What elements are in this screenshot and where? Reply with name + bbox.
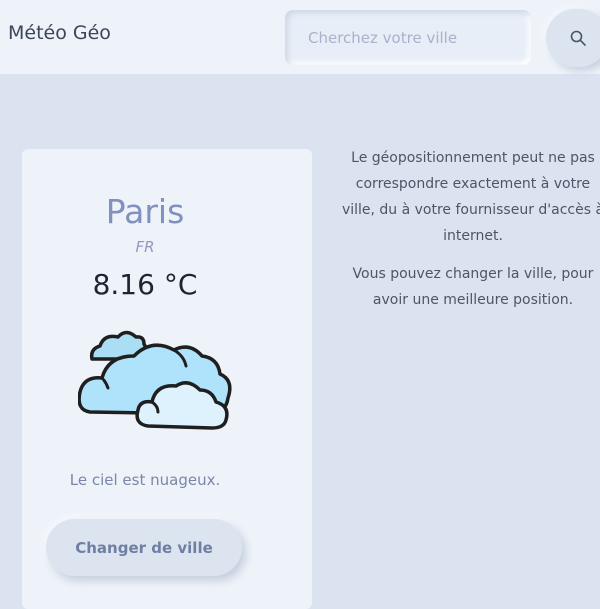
change-city-button[interactable]: Changer de ville (46, 519, 242, 576)
city-name: Paris (105, 192, 185, 231)
search-input[interactable] (285, 10, 531, 65)
search-button[interactable] (546, 9, 600, 67)
sky-description: Le ciel est nuageux. (69, 471, 221, 489)
country-code: FR (135, 238, 155, 256)
top-bar: Météo Géo (0, 0, 600, 74)
search-icon (570, 30, 586, 46)
geolocation-notice: Le géopositionnement peut ne pas corresp… (341, 150, 600, 244)
brand-title: Météo Géo (8, 22, 111, 44)
temperature: 8.16 °C (92, 268, 198, 301)
cloudy-icon (78, 330, 232, 430)
change-city-hint: Vous pouvez changer la ville, pour avoir… (352, 266, 594, 308)
